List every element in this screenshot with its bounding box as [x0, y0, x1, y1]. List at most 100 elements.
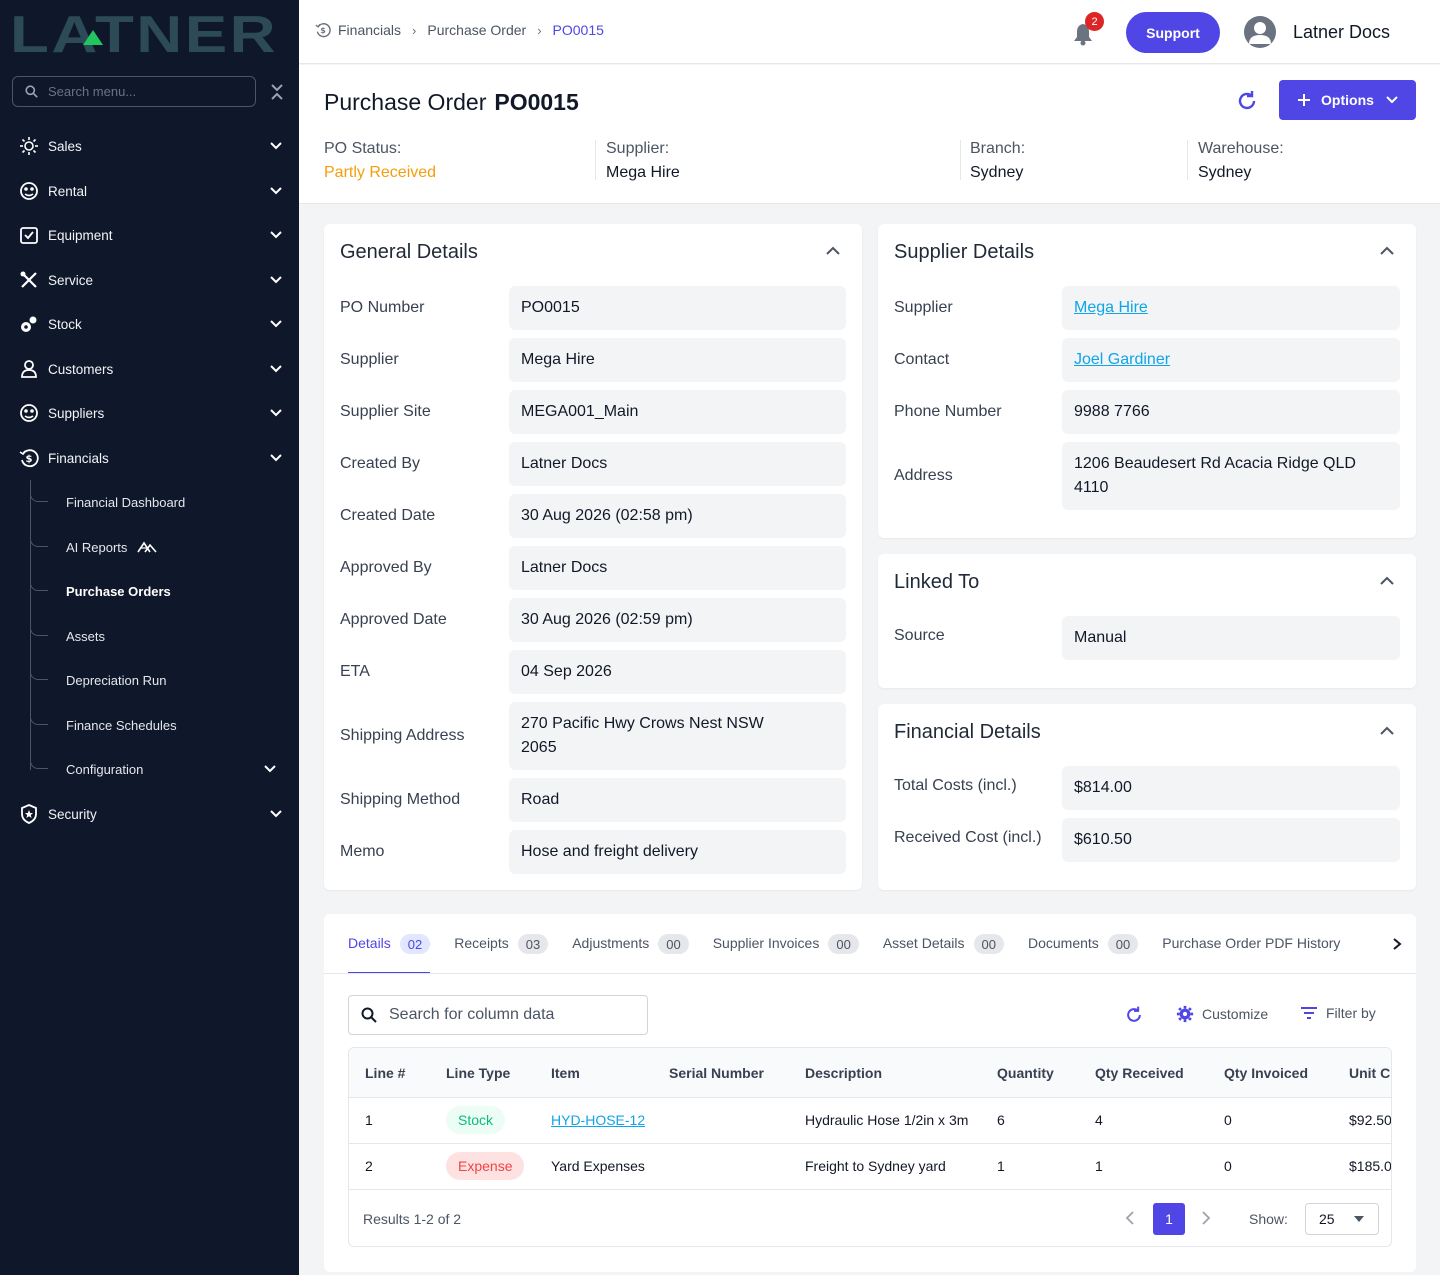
stock-icon — [18, 313, 40, 335]
column-header[interactable]: Line Type — [446, 1065, 510, 1081]
tab-details[interactable]: Details 02 — [348, 934, 431, 974]
sidebar-subitem-ai-reports[interactable]: AI Reports — [30, 535, 288, 559]
sidebar-subitem-label: Financial Dashboard — [66, 494, 186, 510]
sidebar-item-label: Financials — [48, 450, 109, 466]
column-search-input[interactable] — [389, 1006, 639, 1024]
service-icon — [18, 269, 40, 291]
field-value: Joel Gardiner — [1062, 338, 1400, 382]
sidebar-subitem-purchase-orders[interactable]: Purchase Orders — [30, 579, 288, 603]
support-button[interactable]: Support — [1126, 12, 1220, 53]
sidebar-item-label: Stock — [48, 316, 82, 332]
latner-logo[interactable]: LATNER — [10, 10, 280, 56]
column-header[interactable]: Qty Invoiced — [1224, 1065, 1308, 1081]
sidebar-subitem-configuration[interactable]: Configuration — [30, 757, 288, 781]
user-name[interactable]: Latner Docs — [1293, 22, 1390, 43]
breadcrumb-purchase-order[interactable]: Purchase Order — [427, 22, 526, 38]
tab-label: Asset Details — [882, 935, 965, 951]
chevron-down-icon — [270, 142, 282, 150]
sidebar-item-rental[interactable]: Rental — [18, 179, 286, 203]
page-title-prefix: Purchase Order — [324, 89, 487, 115]
sidebar-item-equipment[interactable]: Equipment — [18, 223, 286, 247]
tab-count: 00 — [658, 934, 689, 954]
sidebar-item-sales[interactable]: Sales — [18, 134, 286, 158]
table-row[interactable]: 1 Stock HYD-HOSE-12 Hydraulic Hose 1/2in… — [349, 1098, 1391, 1144]
sidebar-item-security[interactable]: Security — [18, 802, 286, 826]
field-value: Road — [509, 778, 846, 822]
column-header[interactable]: Line # — [365, 1065, 405, 1081]
sidebar-subitem-financial-dashboard[interactable]: Financial Dashboard — [30, 490, 288, 514]
cell-line: 1 — [365, 1112, 373, 1128]
tab-adjustments[interactable]: Adjustments 00 — [572, 934, 689, 974]
sidebar-subitem-depreciation-run[interactable]: Depreciation Run — [30, 668, 288, 692]
user-avatar-icon — [1249, 22, 1271, 44]
tab-receipts[interactable]: Receipts 03 — [454, 934, 549, 974]
tab-label: Documents — [1027, 935, 1099, 951]
cell-qty-invoiced: 0 — [1224, 1112, 1232, 1128]
table-row[interactable]: 2 Expense Yard Expenses Freight to Sydne… — [349, 1144, 1391, 1190]
tab-documents[interactable]: Documents 00 — [1027, 934, 1139, 974]
sidebar-item-stock[interactable]: Stock — [18, 312, 286, 336]
refresh-icon[interactable] — [1235, 89, 1259, 113]
chevron-down-icon — [270, 409, 282, 417]
cell-item: Yard Expenses — [551, 1158, 645, 1174]
column-header[interactable]: Description — [805, 1065, 882, 1081]
tab-pdf-history[interactable]: Purchase Order PDF History — [1162, 934, 1340, 974]
chevron-up-icon[interactable] — [826, 246, 840, 256]
sidebar-item-label: Rental — [48, 183, 88, 199]
meta-value: Sydney — [1198, 164, 1252, 181]
pagination-current-page[interactable]: 1 — [1153, 1203, 1185, 1235]
item-link[interactable]: HYD-HOSE-12 — [551, 1112, 645, 1128]
chevron-right-icon[interactable] — [1392, 938, 1402, 950]
filter-button[interactable]: Filter by — [1300, 1005, 1376, 1021]
column-header[interactable]: Quantity — [997, 1065, 1054, 1081]
sales-icon — [18, 135, 40, 157]
chevron-up-icon[interactable] — [1380, 576, 1394, 586]
column-header[interactable]: Serial Number — [669, 1065, 764, 1081]
tabs: Details 02 Receipts 03 Adjustments 00 Suppl… — [348, 934, 1364, 974]
menu-search[interactable] — [12, 76, 256, 107]
sidebar-item-service[interactable]: Service — [18, 268, 286, 292]
avatar[interactable] — [1244, 16, 1276, 48]
column-search[interactable] — [348, 995, 648, 1035]
cell-qty-received: 4 — [1095, 1112, 1103, 1128]
page-size-select[interactable]: 25 — [1305, 1203, 1379, 1235]
column-header[interactable]: Item — [551, 1065, 580, 1081]
tab-asset-details[interactable]: Asset Details 00 — [883, 934, 1004, 974]
results-count: Results 1-2 of 2 — [363, 1211, 462, 1227]
chevron-right-icon[interactable] — [1201, 1211, 1211, 1225]
sidebar-item-suppliers[interactable]: Suppliers — [18, 401, 286, 425]
breadcrumb-financials[interactable]: Financials — [338, 22, 401, 38]
sidebar: LATNER Sales Rental Equipment Service St… — [0, 0, 299, 1275]
card-title: Supplier Details — [894, 241, 1035, 263]
meta-po-status: PO Status: Partly Received — [324, 140, 436, 182]
meta-label: Warehouse: — [1198, 140, 1284, 157]
sidebar-item-customers[interactable]: Customers — [18, 357, 286, 381]
sidebar-item-label: Equipment — [48, 227, 113, 243]
sidebar-subitem-finance-schedules[interactable]: Finance Schedules — [30, 713, 288, 737]
chevron-down-icon — [270, 231, 282, 239]
column-header[interactable]: Unit C — [1349, 1065, 1390, 1081]
field-label: Total Costs (incl.) — [894, 777, 1017, 794]
options-label: Options — [1321, 92, 1374, 108]
rental-icon — [18, 180, 40, 202]
table-refresh-icon[interactable] — [1124, 1005, 1144, 1025]
sidebar-subitem-assets[interactable]: Assets — [30, 624, 288, 648]
card-title: Linked To — [894, 571, 980, 593]
menu-search-input[interactable] — [48, 84, 238, 99]
column-header[interactable]: Qty Received — [1095, 1065, 1184, 1081]
sidebar-item-financials[interactable]: $ Financials — [18, 446, 286, 470]
meta-warehouse: Warehouse: Sydney — [1198, 140, 1284, 182]
chevron-up-icon[interactable] — [1380, 246, 1394, 256]
supplier-link[interactable]: Mega Hire — [1074, 296, 1148, 320]
customize-button[interactable]: Customize — [1176, 1005, 1268, 1023]
collapse-sidebar-icon[interactable] — [270, 82, 284, 102]
page-size-value: 25 — [1319, 1211, 1335, 1227]
contact-link[interactable]: Joel Gardiner — [1074, 348, 1170, 372]
options-button[interactable]: Options — [1279, 80, 1416, 120]
chevron-left-icon[interactable] — [1125, 1211, 1135, 1225]
tab-supplier-invoices[interactable]: Supplier Invoices 00 — [713, 934, 859, 974]
sidebar-item-label: Security — [48, 806, 97, 822]
meta-label: PO Status: — [324, 140, 402, 157]
search-icon — [361, 1007, 377, 1023]
chevron-up-icon[interactable] — [1380, 726, 1394, 736]
